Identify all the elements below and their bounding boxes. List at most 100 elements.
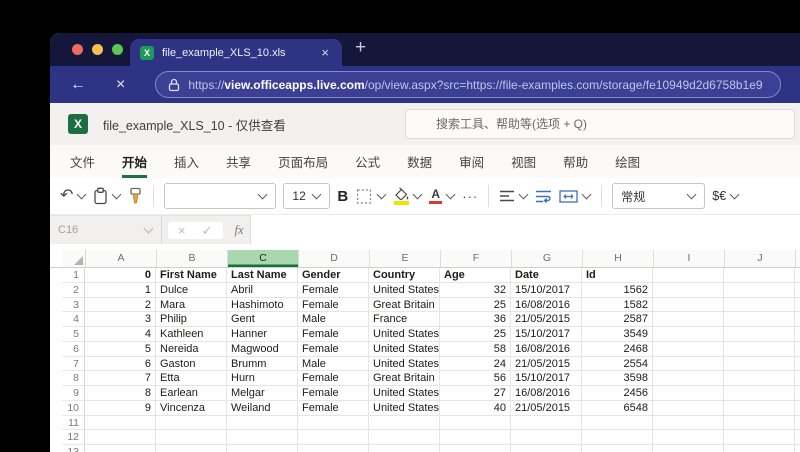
cell-F5[interactable]: 25	[440, 327, 511, 342]
select-all-corner[interactable]	[62, 250, 86, 267]
cell-J8[interactable]	[724, 371, 795, 386]
column-header-I[interactable]: I	[654, 250, 725, 267]
menu-tab-页面布局[interactable]: 页面布局	[278, 145, 328, 178]
row-header-9[interactable]: 9	[62, 386, 85, 401]
column-header-D[interactable]: D	[299, 250, 370, 267]
cell-K6[interactable]	[795, 342, 800, 357]
cell-D11[interactable]	[298, 415, 369, 431]
cell-G2[interactable]: 15/10/2017	[511, 282, 582, 298]
menu-tab-共享[interactable]: 共享	[226, 145, 251, 178]
cell-G10[interactable]: 21/05/2015	[511, 400, 582, 416]
cell-B4[interactable]: Philip	[156, 312, 227, 327]
cell-F1[interactable]: Age	[440, 268, 511, 283]
cell-G5[interactable]: 15/10/2017	[511, 327, 582, 342]
cell-B6[interactable]: Nereida	[156, 341, 227, 357]
row-header-3[interactable]: 3	[62, 297, 85, 313]
font-size-select[interactable]: 12	[283, 183, 331, 209]
number-format-select[interactable]: 常规	[612, 183, 706, 209]
cell-A11[interactable]	[85, 415, 156, 431]
cell-H8[interactable]: 3598	[582, 371, 653, 386]
column-header-E[interactable]: E	[370, 250, 441, 267]
cell-D2[interactable]: Female	[298, 282, 369, 298]
maximize-window-button[interactable]	[112, 44, 123, 55]
cell-B11[interactable]	[156, 415, 227, 431]
cell-G13[interactable]	[511, 445, 582, 452]
font-color-button[interactable]: A	[429, 188, 456, 205]
chevron-down-icon[interactable]	[581, 189, 592, 200]
cell-I12[interactable]	[653, 430, 724, 445]
cell-E5[interactable]: United States	[369, 327, 440, 342]
cell-B12[interactable]	[156, 430, 227, 445]
cell-G6[interactable]: 16/08/2016	[511, 341, 582, 357]
cell-K7[interactable]	[795, 357, 800, 372]
row-header-6[interactable]: 6	[62, 341, 85, 357]
cell-J5[interactable]	[724, 327, 795, 342]
row-header-7[interactable]: 7	[62, 356, 85, 372]
cell-F3[interactable]: 25	[440, 297, 511, 313]
row-header-2[interactable]: 2	[62, 282, 85, 298]
menu-tab-公式[interactable]: 公式	[355, 145, 380, 178]
cell-G11[interactable]	[511, 415, 582, 431]
cell-I13[interactable]	[653, 445, 724, 452]
cell-E12[interactable]	[369, 430, 440, 445]
stop-button[interactable]: ×	[112, 76, 129, 93]
row-header-11[interactable]: 11	[62, 415, 85, 431]
column-header-B[interactable]: B	[157, 250, 228, 267]
cell-B2[interactable]: Dulce	[156, 282, 227, 298]
cell-J4[interactable]	[724, 312, 795, 327]
cell-J2[interactable]	[724, 282, 795, 298]
cell-I11[interactable]	[653, 415, 724, 431]
cell-D5[interactable]: Female	[298, 327, 369, 342]
cell-C4[interactable]: Gent	[227, 312, 298, 327]
cell-C5[interactable]: Hanner	[227, 327, 298, 342]
cell-F7[interactable]: 24	[440, 356, 511, 372]
new-tab-button[interactable]: +	[355, 38, 366, 57]
cell-A7[interactable]: 6	[85, 356, 156, 372]
cell-C2[interactable]: Abril	[227, 282, 298, 298]
cell-E10[interactable]: United States	[369, 400, 440, 416]
cell-I2[interactable]	[653, 282, 724, 298]
browser-tab[interactable]: X file_example_XLS_10.xls ×	[130, 39, 342, 66]
cell-H4[interactable]: 2587	[582, 312, 653, 327]
cell-E6[interactable]: United States	[369, 341, 440, 357]
back-button[interactable]: ←	[66, 76, 90, 93]
cell-H12[interactable]	[582, 430, 653, 445]
cell-E7[interactable]: United States	[369, 356, 440, 372]
cell-A3[interactable]: 2	[85, 297, 156, 313]
chevron-down-icon[interactable]	[111, 189, 122, 200]
row-header-5[interactable]: 5	[62, 327, 85, 342]
column-header-C[interactable]: C	[228, 250, 299, 267]
row-header-8[interactable]: 8	[62, 371, 85, 386]
close-window-button[interactable]	[72, 44, 83, 55]
insert-function-icon[interactable]: fx	[235, 223, 244, 238]
merge-cells-button[interactable]	[559, 189, 592, 203]
cell-H2[interactable]: 1562	[582, 282, 653, 298]
cell-D6[interactable]: Female	[298, 341, 369, 357]
cell-K4[interactable]	[795, 312, 800, 327]
cell-H10[interactable]: 6548	[582, 400, 653, 416]
chevron-down-icon[interactable]	[412, 189, 423, 200]
more-font-options-button[interactable]: ···	[462, 189, 478, 204]
cell-K1[interactable]	[795, 268, 800, 283]
cell-B10[interactable]: Vincenza	[156, 400, 227, 416]
cell-I9[interactable]	[653, 386, 724, 401]
cell-K3[interactable]	[795, 298, 800, 313]
cell-E2[interactable]: United States	[369, 282, 440, 298]
cell-B1[interactable]: First Name	[156, 268, 227, 283]
search-input[interactable]	[405, 109, 795, 139]
cell-J12[interactable]	[724, 430, 795, 445]
cell-J9[interactable]	[724, 386, 795, 401]
cell-C9[interactable]: Melgar	[227, 386, 298, 401]
cell-B7[interactable]: Gaston	[156, 356, 227, 372]
cell-D7[interactable]: Male	[298, 356, 369, 372]
cell-D13[interactable]	[298, 445, 369, 452]
cell-G3[interactable]: 16/08/2016	[511, 297, 582, 313]
cell-A2[interactable]: 1	[85, 282, 156, 298]
tab-close-icon[interactable]: ×	[318, 44, 332, 61]
cell-H7[interactable]: 2554	[582, 356, 653, 372]
cell-C11[interactable]	[227, 415, 298, 431]
cell-C7[interactable]: Brumm	[227, 356, 298, 372]
menu-tab-帮助[interactable]: 帮助	[563, 145, 588, 178]
cell-I3[interactable]	[653, 297, 724, 313]
cell-D3[interactable]: Female	[298, 297, 369, 313]
